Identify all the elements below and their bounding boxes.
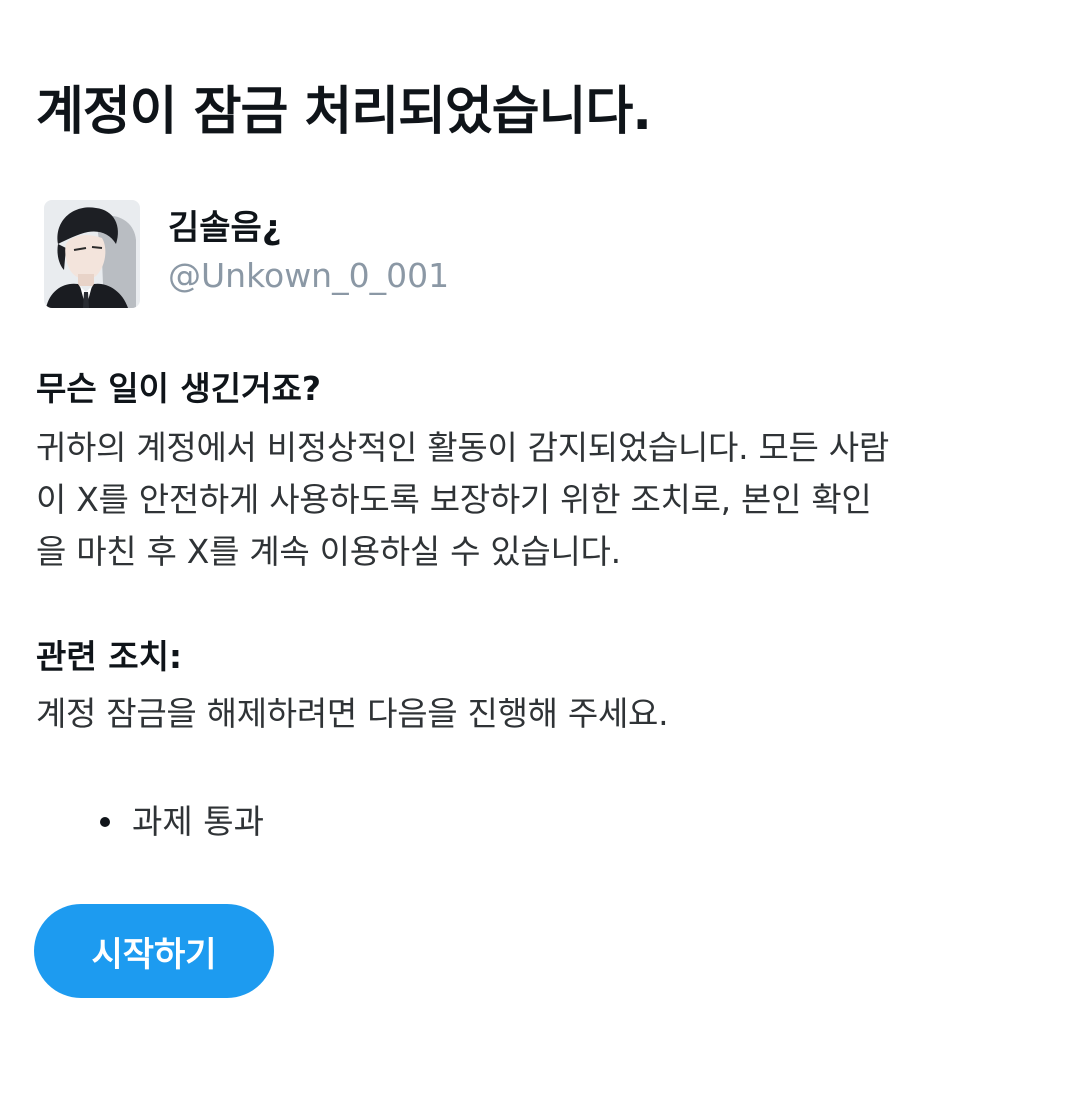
- description-line: 이 X를 안전하게 사용하도록 보장하기 위한 조치로, 본인 확인: [36, 480, 872, 519]
- list-item: 과제 통과: [100, 796, 264, 848]
- display-name: 김솔음¿: [168, 208, 282, 248]
- start-button[interactable]: 시작하기: [34, 904, 274, 998]
- what-happened-heading: 무슨 일이 생긴거죠?: [36, 369, 322, 408]
- related-action-description: 계정 잠금을 해제하려면 다음을 진행해 주세요.: [36, 694, 669, 733]
- task-label: 과제 통과: [132, 802, 264, 841]
- user-handle: @Unkown_0_001: [168, 256, 450, 295]
- bullet-icon: [100, 817, 110, 827]
- what-happened-description: 귀하의 계정에서 비정상적인 활동이 감지되었습니다. 모든 사람 이 X를 안…: [36, 422, 1046, 578]
- description-line: 을 마친 후 X를 계속 이용하실 수 있습니다.: [36, 532, 621, 571]
- related-action-heading: 관련 조치:: [36, 637, 183, 676]
- task-list: 과제 통과: [100, 796, 264, 848]
- avatar: [44, 200, 140, 308]
- description-line: 귀하의 계정에서 비정상적인 활동이 감지되었습니다. 모든 사람: [36, 428, 889, 467]
- profile-text: 김솔음¿ @Unkown_0_001: [168, 200, 449, 300]
- account-locked-page: 계정이 잠금 처리되었습니다. 김솔음¿ @Unkown_0_001 무슨 일이…: [0, 0, 1080, 1118]
- user-avatar-illustration-icon: [44, 200, 140, 308]
- page-title: 계정이 잠금 처리되었습니다.: [36, 82, 652, 142]
- profile-card: 김솔음¿ @Unkown_0_001: [44, 200, 449, 312]
